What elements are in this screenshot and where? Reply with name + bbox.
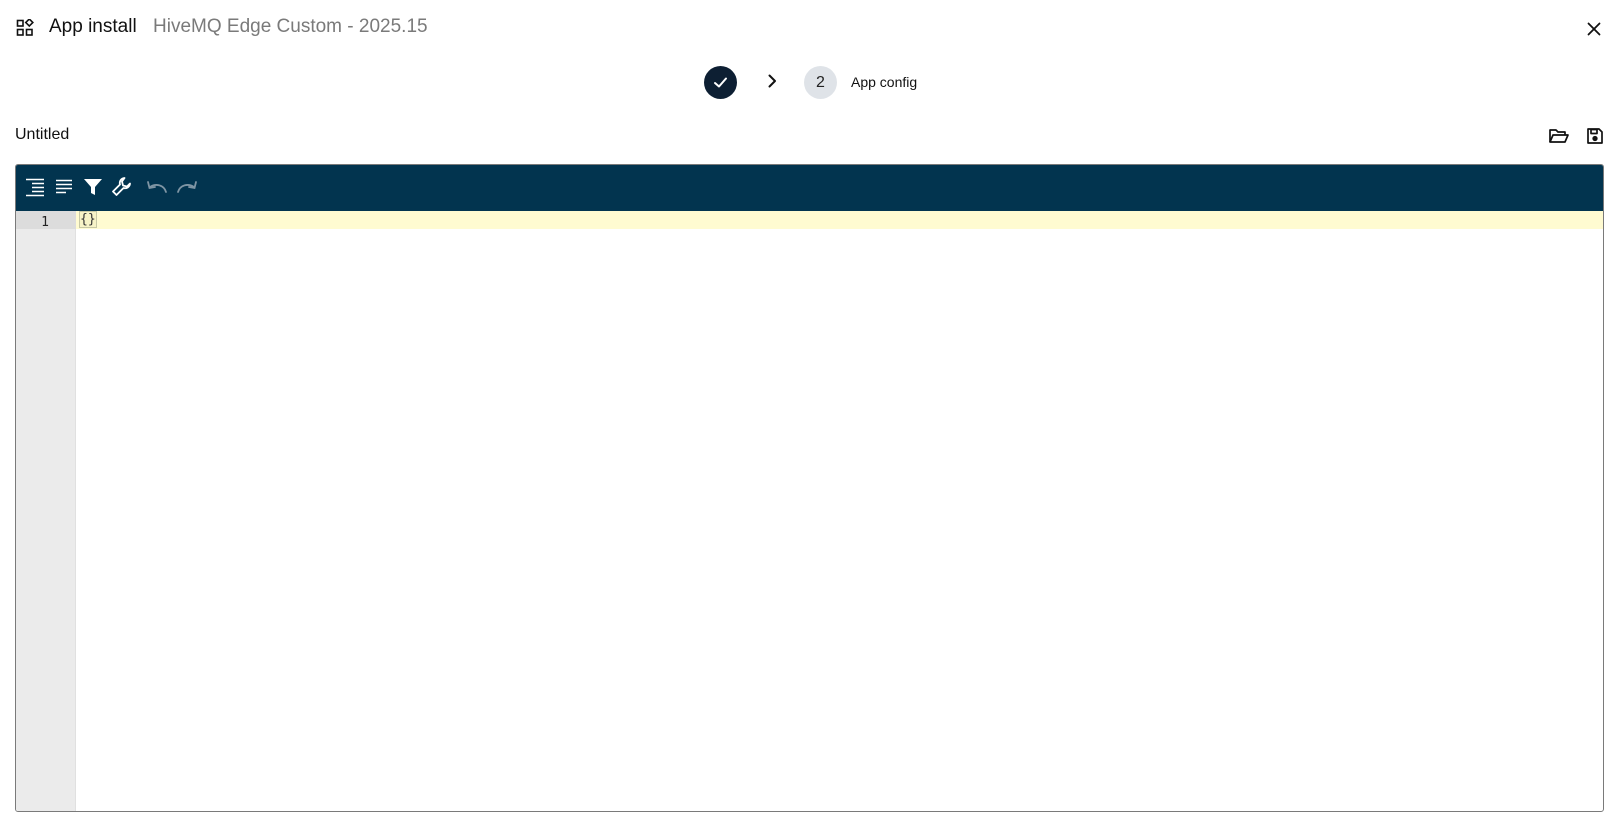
- code-line[interactable]: {}: [79, 211, 97, 228]
- chevron-right-icon: [764, 73, 780, 89]
- dialog-title: App install: [49, 16, 137, 37]
- redo-button[interactable]: [174, 173, 200, 201]
- editor-toolbar: [16, 165, 1603, 211]
- active-line-highlight: [76, 211, 1603, 229]
- redo-icon: [177, 181, 197, 193]
- filter-icon: [84, 179, 102, 195]
- document-title: Untitled: [15, 126, 70, 143]
- repair-button[interactable]: [109, 173, 135, 201]
- line-number: 1: [41, 215, 49, 230]
- code-line-text: {}: [79, 211, 97, 228]
- filter-button[interactable]: [80, 173, 106, 201]
- close-icon: [1587, 22, 1601, 36]
- undo-button[interactable]: [144, 173, 170, 201]
- line-gutter: 1: [16, 211, 76, 811]
- step-1-completed[interactable]: [704, 66, 737, 99]
- format-icon: [26, 178, 44, 197]
- folder-open-icon: [1549, 129, 1569, 143]
- step-2-number[interactable]: 2: [804, 66, 837, 99]
- code-area[interactable]: {}: [76, 211, 1603, 811]
- check-icon: [714, 77, 727, 88]
- step-2-label: App config: [851, 74, 918, 90]
- repair-icon: [112, 177, 131, 196]
- dialog-subtitle: HiveMQ Edge Custom - 2025.15: [153, 16, 428, 37]
- close-button[interactable]: [1583, 18, 1605, 40]
- save-file-button[interactable]: [1585, 126, 1605, 146]
- format-button[interactable]: [22, 173, 48, 201]
- undo-icon: [147, 181, 167, 193]
- save-icon: [1587, 128, 1603, 144]
- dialog-header: App install HiveMQ Edge Custom - 2025.15: [0, 0, 1617, 56]
- json-editor: 1 {}: [15, 164, 1604, 812]
- compact-icon: [56, 179, 72, 194]
- stepper: 2 App config: [0, 64, 1617, 100]
- compact-button[interactable]: [51, 173, 77, 201]
- open-file-button[interactable]: [1548, 126, 1570, 146]
- apps-icon: [16, 17, 34, 37]
